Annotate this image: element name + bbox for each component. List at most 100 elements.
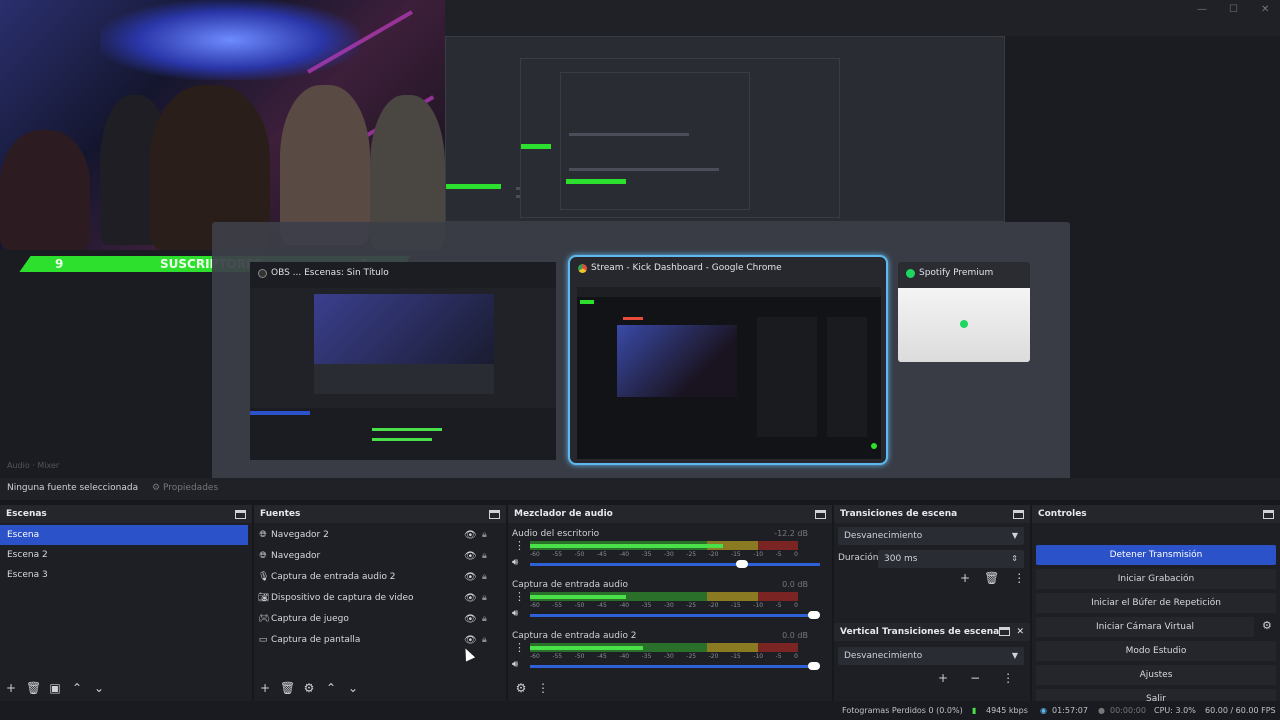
window-thumb-chrome[interactable]: Stream - Kick Dashboard - Google Chrome — [568, 255, 888, 465]
sources-title: Fuentes — [260, 509, 301, 519]
visibility-icon[interactable]: 👁︎ — [464, 588, 477, 609]
maximize-icon[interactable]: ☐ — [1229, 4, 1238, 15]
visibility-icon[interactable]: 👁︎ — [464, 546, 477, 567]
source-item[interactable]: 🎮︎ Captura de juego 👁︎ 🔒︎ — [254, 609, 506, 630]
meter-tick: -50 — [574, 653, 585, 660]
source-item[interactable]: 🌐︎ Navegador 2 👁︎ 🔒︎ — [254, 525, 506, 546]
add-transition-icon[interactable]: + — [960, 571, 970, 585]
move-down-icon[interactable]: ⌄ — [346, 681, 360, 695]
lock-icon[interactable]: 🔒︎ — [482, 567, 487, 588]
webcam-feed — [0, 0, 445, 250]
gamepad-icon: 🎮︎ — [258, 614, 270, 624]
settings-button[interactable]: Ajustes — [1036, 665, 1276, 685]
speaker-icon[interactable]: 🔊︎ — [512, 557, 518, 568]
mixer-menu-icon[interactable]: ⋮ — [536, 681, 550, 695]
undock-icon[interactable] — [815, 509, 826, 519]
transitions-title: Transiciones de escena — [840, 509, 958, 519]
speaker-icon[interactable]: 🔊︎ — [512, 608, 518, 619]
dropped-frames: Fotogramas Perdidos 0 (0.0%) — [842, 706, 963, 715]
volume-slider[interactable] — [530, 560, 820, 568]
meter-tick: -10 — [753, 602, 764, 609]
source-item[interactable]: 🎙︎ Captura de entrada audio 2 👁︎ 🔒︎ — [254, 567, 506, 588]
visibility-icon[interactable]: 👁︎ — [464, 525, 477, 546]
speaker-icon[interactable]: 🔊︎ — [512, 659, 518, 670]
studio-mode-button[interactable]: Modo Estudio — [1036, 641, 1276, 661]
meter-tick: -60 — [530, 653, 540, 660]
volume-slider[interactable] — [530, 662, 820, 670]
undock-icon[interactable] — [489, 509, 500, 519]
lock-icon[interactable]: 🔒︎ — [482, 546, 487, 567]
close-icon[interactable]: ✕ — [1261, 4, 1269, 15]
start-recording-button[interactable]: Iniciar Grabación — [1036, 569, 1276, 589]
audio-label: Audio · Mixer — [7, 461, 60, 470]
globe-icon: 🌐︎ — [259, 551, 267, 561]
channel-menu-icon[interactable]: ⋮ — [514, 641, 525, 654]
window-switcher[interactable]: OBS ... Escenas: Sin Título Stream - Kic… — [212, 222, 1070, 498]
add-source-icon[interactable]: + — [258, 681, 272, 695]
filters-icon[interactable]: ▣ — [48, 681, 62, 695]
delete-scene-icon[interactable]: 🗑 — [26, 681, 41, 695]
undock-icon[interactable] — [1263, 509, 1274, 519]
delete-transition-icon[interactable]: 🗑 — [984, 571, 999, 585]
minimize-icon[interactable]: — — [1197, 4, 1207, 15]
meter-tick: -25 — [686, 602, 697, 609]
slider-knob[interactable] — [808, 662, 820, 670]
scene-item[interactable]: Escena 3 — [0, 565, 252, 585]
delete-source-icon[interactable]: 🗑 — [280, 681, 295, 695]
scene-item[interactable]: Escena 2 — [0, 545, 252, 565]
start-replay-buffer-button[interactable]: Iniciar el Búfer de Repetición — [1036, 593, 1276, 613]
window-thumb-spotify[interactable]: Spotify Premium — [898, 262, 1030, 362]
channel-menu-icon[interactable]: ⋮ — [514, 539, 525, 552]
source-item[interactable]: 📷︎ Dispositivo de captura de video 👁︎ 🔒︎ — [254, 588, 506, 609]
virtual-camera-settings-icon[interactable]: ⚙ — [1262, 619, 1272, 632]
undock-icon[interactable] — [1013, 509, 1024, 519]
transition-select[interactable]: Desvanecimiento ▼ — [838, 527, 1024, 545]
meter-tick: -40 — [619, 653, 630, 660]
meter-tick: -50 — [574, 602, 585, 609]
lock-icon[interactable]: 🔒︎ — [482, 588, 487, 609]
meter-tick: -55 — [552, 551, 563, 558]
visibility-icon[interactable]: 👁︎ — [464, 567, 477, 588]
start-virtual-camera-button[interactable]: Iniciar Cámara Virtual — [1036, 617, 1254, 637]
source-item[interactable]: 🌐︎ Navegador 👁︎ 🔒︎ — [254, 546, 506, 567]
stop-streaming-button[interactable]: Detener Transmisión — [1036, 545, 1276, 565]
properties-button[interactable]: ⚙ Propiedades — [152, 483, 218, 493]
scene-item[interactable]: Escena — [0, 525, 248, 545]
slider-knob[interactable] — [735, 560, 748, 568]
advanced-audio-icon[interactable]: ⚙ — [514, 681, 528, 695]
transition-menu-icon[interactable]: ⋮ — [1002, 671, 1014, 685]
close-icon[interactable]: ✕ — [1016, 627, 1024, 637]
meter-tick: 0 — [794, 551, 798, 558]
meter-tick: -20 — [708, 653, 719, 660]
duration-label: Duración — [838, 553, 879, 563]
visibility-icon[interactable]: 👁︎ — [464, 609, 477, 630]
volume-slider[interactable] — [530, 611, 820, 619]
add-transition-icon[interactable]: + — [938, 671, 948, 685]
window-thumb-obs[interactable]: OBS ... Escenas: Sin Título — [250, 262, 556, 460]
source-properties-icon[interactable]: ⚙ — [302, 681, 316, 695]
audio-mixer-dock: Mezclador de audio Audio del escritorio -… — [508, 505, 832, 701]
slider-knob[interactable] — [808, 611, 820, 619]
move-up-icon[interactable]: ⌃ — [70, 681, 84, 695]
meter-tick: 0 — [794, 653, 798, 660]
vertical-transition-select[interactable]: Desvanecimiento ▼ — [838, 647, 1024, 665]
preview-canvas[interactable]: — ☐ ✕ 9 SUSCRIPTORES 6 — [0, 0, 1280, 500]
meter-tick: -5 — [775, 653, 782, 660]
lock-icon[interactable]: 🔒︎ — [482, 609, 487, 630]
undock-icon[interactable] — [999, 627, 1011, 636]
transition-menu-icon[interactable]: ⋮ — [1013, 571, 1025, 585]
controls-dock: Controles Detener Transmisión Iniciar Gr… — [1032, 505, 1280, 709]
duration-input[interactable]: 300 ms ⇕ — [878, 550, 1024, 568]
remove-transition-icon[interactable]: − — [970, 671, 980, 685]
lock-icon[interactable]: 🔒︎ — [482, 525, 487, 546]
channel-menu-icon[interactable]: ⋮ — [514, 590, 525, 603]
move-down-icon[interactable]: ⌄ — [92, 681, 106, 695]
channel-db: 0.0 dB — [782, 631, 808, 640]
meter-tick: -35 — [641, 551, 652, 558]
meter-tick: -45 — [596, 653, 607, 660]
lock-icon[interactable]: 🔒︎ — [482, 630, 487, 651]
add-scene-icon[interactable]: + — [4, 681, 18, 695]
move-up-icon[interactable]: ⌃ — [324, 681, 338, 695]
channel-name: Audio del escritorio — [512, 529, 600, 539]
undock-icon[interactable] — [235, 509, 246, 519]
